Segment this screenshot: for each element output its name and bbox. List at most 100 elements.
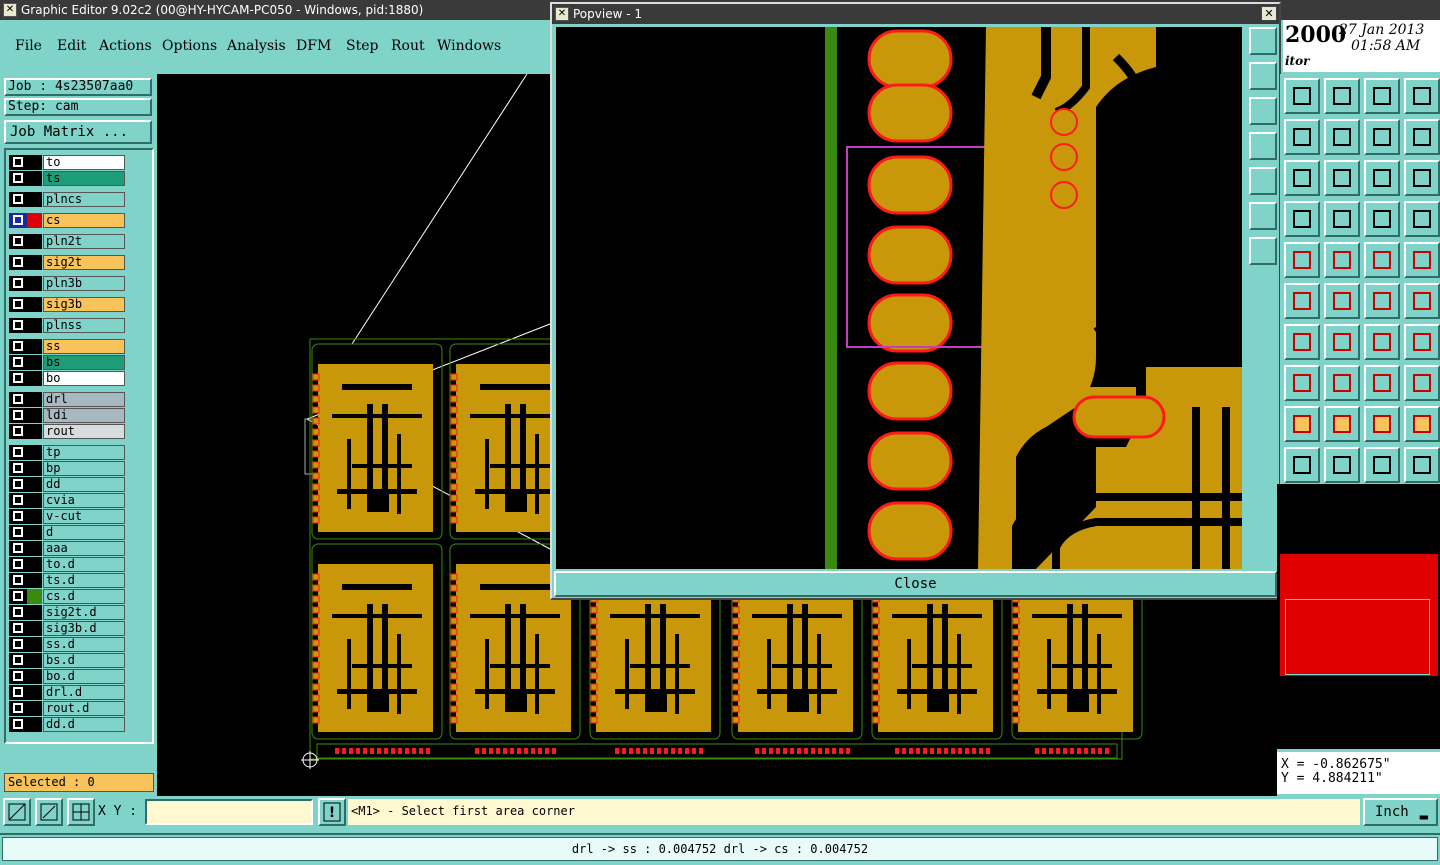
menu-file[interactable]: File: [15, 38, 42, 54]
layer-row-pln2t[interactable]: pln2t: [9, 234, 129, 249]
pan-right-icon[interactable]: [1249, 167, 1277, 195]
layer-checkbox[interactable]: [9, 192, 27, 207]
layer-name[interactable]: pln3b: [43, 276, 125, 291]
layer-name[interactable]: sig2t.d: [43, 605, 125, 620]
pan-down-icon[interactable]: [1249, 97, 1277, 125]
layer-checkbox[interactable]: [9, 355, 27, 370]
layer-name[interactable]: sig2t: [43, 255, 125, 270]
layer-checkbox[interactable]: [9, 525, 27, 540]
triangle-a-icon[interactable]: [1284, 406, 1320, 442]
layer-row-dd.d[interactable]: dd.d: [9, 717, 129, 732]
help-icon[interactable]: [1404, 160, 1440, 196]
layer-name[interactable]: cs.d: [43, 589, 125, 604]
zoom-fit-icon[interactable]: [1284, 78, 1320, 114]
layer-checkbox[interactable]: [9, 589, 27, 604]
move-right-icon[interactable]: [1324, 119, 1360, 155]
layer-row-tp[interactable]: tp: [9, 445, 129, 460]
layer-name[interactable]: drl.d: [43, 685, 125, 700]
layer-name[interactable]: rout: [43, 424, 125, 439]
layer-checkbox[interactable]: [9, 477, 27, 492]
layer-name[interactable]: sig3b.d: [43, 621, 125, 636]
layer-row-pln3b[interactable]: pln3b: [9, 276, 129, 291]
measure-tool-icon[interactable]: [1284, 201, 1320, 237]
layer-checkbox[interactable]: [9, 637, 27, 652]
line-tool-icon[interactable]: [1324, 365, 1360, 401]
layer-checkbox[interactable]: [9, 234, 27, 249]
layer-row-sig2t.d[interactable]: sig2t.d: [9, 605, 129, 620]
xy-input[interactable]: [145, 799, 313, 825]
layer-row-to.d[interactable]: to.d: [9, 557, 129, 572]
pad-tool-icon[interactable]: [1404, 242, 1440, 278]
layer-row-bs.d[interactable]: bs.d: [9, 653, 129, 668]
layer-name[interactable]: tp: [43, 445, 125, 460]
arc-icon[interactable]: [1364, 324, 1400, 360]
layer-name[interactable]: rout.d: [43, 701, 125, 716]
layer-checkbox[interactable]: [9, 701, 27, 716]
layer-checkbox[interactable]: [9, 509, 27, 524]
connect-icon[interactable]: [1284, 283, 1320, 319]
layer-row-d[interactable]: d: [9, 525, 129, 540]
layer-checkbox[interactable]: [9, 255, 27, 270]
alert-icon[interactable]: !: [318, 798, 346, 826]
layer-checkbox[interactable]: [9, 493, 27, 508]
layer-checkbox[interactable]: [9, 408, 27, 423]
snap-point-icon[interactable]: [1324, 201, 1360, 237]
layer-row-ts.d[interactable]: ts.d: [9, 573, 129, 588]
layer-row-aaa[interactable]: aaa: [9, 541, 129, 556]
layer-name[interactable]: bs.d: [43, 653, 125, 668]
zoom-home-icon[interactable]: [1249, 27, 1277, 55]
layer-checkbox[interactable]: [9, 392, 27, 407]
net-highlight-icon[interactable]: [1404, 201, 1440, 237]
layer-name[interactable]: bs: [43, 355, 125, 370]
layer-name[interactable]: sig3b: [43, 297, 125, 312]
layer-row-to[interactable]: to: [9, 155, 129, 170]
layer-checkbox[interactable]: [9, 461, 27, 476]
triangle-d-icon[interactable]: [1404, 406, 1440, 442]
layer-name[interactable]: pln2t: [43, 234, 125, 249]
pan-icon[interactable]: [1284, 160, 1320, 196]
zoom-out-icon[interactable]: [1249, 237, 1277, 265]
edge-icon[interactable]: [1324, 324, 1360, 360]
menu-step[interactable]: Step: [346, 38, 378, 54]
layer-row-rout.d[interactable]: rout.d: [9, 701, 129, 716]
layer-row-bo.d[interactable]: bo.d: [9, 669, 129, 684]
layer-checkbox[interactable]: [9, 445, 27, 460]
layer-row-ss[interactable]: ss: [9, 339, 129, 354]
layer-row-dd[interactable]: dd: [9, 477, 129, 492]
layer-name[interactable]: v-cut: [43, 509, 125, 524]
arrow-select-icon[interactable]: [1364, 447, 1400, 483]
layer-row-ts[interactable]: ts: [9, 171, 129, 186]
layer-checkbox[interactable]: [9, 318, 27, 333]
layer-name[interactable]: d: [43, 525, 125, 540]
layer-row-bo[interactable]: bo: [9, 371, 129, 386]
pointer-icon[interactable]: [1284, 447, 1320, 483]
menu-rout[interactable]: Rout: [391, 38, 425, 54]
mirror-icon[interactable]: [1404, 119, 1440, 155]
layer-checkbox[interactable]: [9, 276, 27, 291]
layer-checkbox[interactable]: [9, 155, 27, 170]
layer-checkbox[interactable]: [9, 669, 27, 684]
layer-name[interactable]: drl: [43, 392, 125, 407]
job-matrix-button[interactable]: Job Matrix ...: [4, 120, 152, 144]
layer-checkbox[interactable]: [9, 171, 27, 186]
zoom-in-icon[interactable]: [1249, 202, 1277, 230]
net-select-icon[interactable]: [1364, 201, 1400, 237]
layer-row-sig2t[interactable]: sig2t: [9, 255, 129, 270]
layer-row-rout[interactable]: rout: [9, 424, 129, 439]
layer-checkbox[interactable]: [9, 557, 27, 572]
drill-tool-icon[interactable]: [1284, 242, 1320, 278]
pan-up-icon[interactable]: [1249, 62, 1277, 90]
split-view-icon[interactable]: [1404, 78, 1440, 114]
layer-row-sig3b.d[interactable]: sig3b.d: [9, 621, 129, 636]
unit-selector[interactable]: Inch ▬: [1363, 798, 1438, 826]
zoom-window-icon[interactable]: [1324, 78, 1360, 114]
layer-row-ldi[interactable]: ldi: [9, 408, 129, 423]
triangle-b-icon[interactable]: [1324, 406, 1360, 442]
layer-name[interactable]: ts: [43, 171, 125, 186]
layer-row-cs.d[interactable]: cs.d: [9, 589, 129, 604]
layer-row-cs[interactable]: cs: [9, 213, 129, 228]
corner-icon[interactable]: [1324, 242, 1360, 278]
group-icon[interactable]: [1404, 365, 1440, 401]
layer-name[interactable]: bo.d: [43, 669, 125, 684]
layer-checkbox[interactable]: [9, 371, 27, 386]
